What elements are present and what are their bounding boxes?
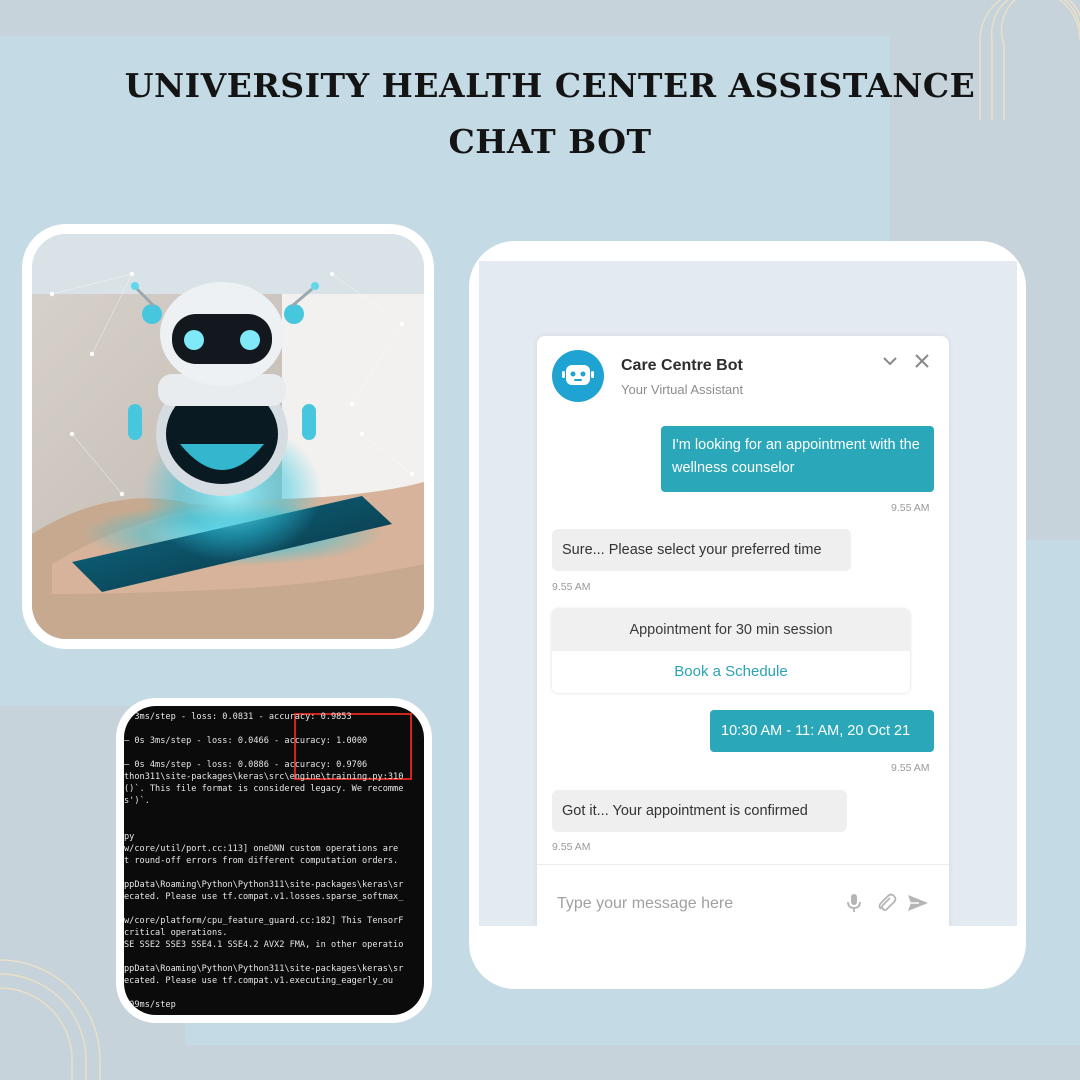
terminal-line: – 0s 4ms/step - loss: 0.0886 - accuracy:… <box>124 760 368 770</box>
appointment-card: Appointment for 30 min session Book a Sc… <box>552 609 910 693</box>
bot-name: Care Centre Bot <box>621 357 743 374</box>
collapse-button[interactable] <box>879 350 901 372</box>
message-timestamp: 9.55 AM <box>552 581 591 593</box>
terminal-line: – 0s 3ms/step - loss: 0.0466 - accuracy:… <box>124 736 368 746</box>
user-message: I'm looking for an appointment with the … <box>661 426 934 492</box>
chevron-down-icon <box>883 357 897 366</box>
message-input[interactable] <box>557 889 827 919</box>
send-button[interactable] <box>906 891 930 915</box>
bot-subtitle: Your Virtual Assistant <box>621 382 744 397</box>
close-button[interactable] <box>911 350 933 372</box>
terminal-line: – 3ms/step - loss: 0.0831 - accuracy: 0.… <box>124 712 352 722</box>
robot-face-icon <box>562 365 594 385</box>
page-title: UNIVERSITY HEALTH CENTER ASSISTANCE CHAT… <box>124 66 976 161</box>
terminal-line: ecated. Please use tf.compat.v1.losses.s… <box>124 892 404 902</box>
paperclip-icon <box>878 893 897 911</box>
book-schedule-button[interactable]: Book a Schedule <box>552 651 910 693</box>
terminal-line: ppData\Roaming\Python\Python311\site-pac… <box>124 880 404 890</box>
appointment-title: Appointment for 30 min session <box>552 609 910 651</box>
chat-mockup-card: Care Centre Bot Your Virtual Assistant I… <box>469 241 1026 989</box>
terminal-line: w/core/util/port.cc:113] oneDNN custom o… <box>124 844 399 854</box>
robot-illustration <box>32 234 424 639</box>
terminal-card: – 3ms/step - loss: 0.0831 - accuracy: 0.… <box>116 698 432 1023</box>
send-icon <box>908 895 928 911</box>
terminal-line: ppData\Roaming\Python\Python311\site-pac… <box>124 964 404 974</box>
robot-hand-photo <box>32 234 424 639</box>
terminal-line: critical operations. <box>124 928 228 938</box>
terminal-line: ()`. This file format is considered lega… <box>124 784 404 794</box>
terminal-line: s')`. <box>124 796 150 806</box>
terminal-line: py <box>124 832 135 842</box>
terminal-line: thon311\site-packages\keras\src\engine\t… <box>124 772 404 782</box>
decorative-arcs-bottom-left <box>0 959 101 1080</box>
bot-message: Sure... Please select your preferred tim… <box>552 529 851 571</box>
bot-avatar <box>552 350 604 402</box>
background-band <box>0 0 1080 36</box>
bot-message: Got it... Your appointment is confirmed <box>552 790 847 832</box>
terminal-line: ecated. Please use tf.compat.v1.executin… <box>124 976 394 986</box>
robot-photo-card <box>22 224 434 649</box>
message-timestamp: 9.55 AM <box>552 841 591 853</box>
chat-widget: Care Centre Bot Your Virtual Assistant I… <box>537 336 949 926</box>
user-message: 10:30 AM - 11: AM, 20 Oct 21 <box>710 710 934 752</box>
message-timestamp: 9.55 AM <box>891 502 930 514</box>
terminal-output: – 3ms/step - loss: 0.0831 - accuracy: 0.… <box>124 706 424 1015</box>
message-timestamp: 9.55 AM <box>891 762 930 774</box>
terminal-line: SE SSE2 SSE3 SSE4.1 SSE4.2 AVX2 FMA, in … <box>124 940 404 950</box>
terminal-line: t round-off errors from different comput… <box>124 856 399 866</box>
attach-button[interactable] <box>874 891 898 915</box>
close-icon <box>915 354 929 368</box>
chat-canvas: Care Centre Bot Your Virtual Assistant I… <box>479 261 1017 926</box>
message-input-bar <box>537 864 949 926</box>
microphone-button[interactable] <box>842 891 866 915</box>
terminal-line: 109ms/step <box>124 1000 176 1010</box>
terminal-line: w/core/platform/cpu_feature_guard.cc:182… <box>124 916 404 926</box>
microphone-icon <box>847 894 861 912</box>
